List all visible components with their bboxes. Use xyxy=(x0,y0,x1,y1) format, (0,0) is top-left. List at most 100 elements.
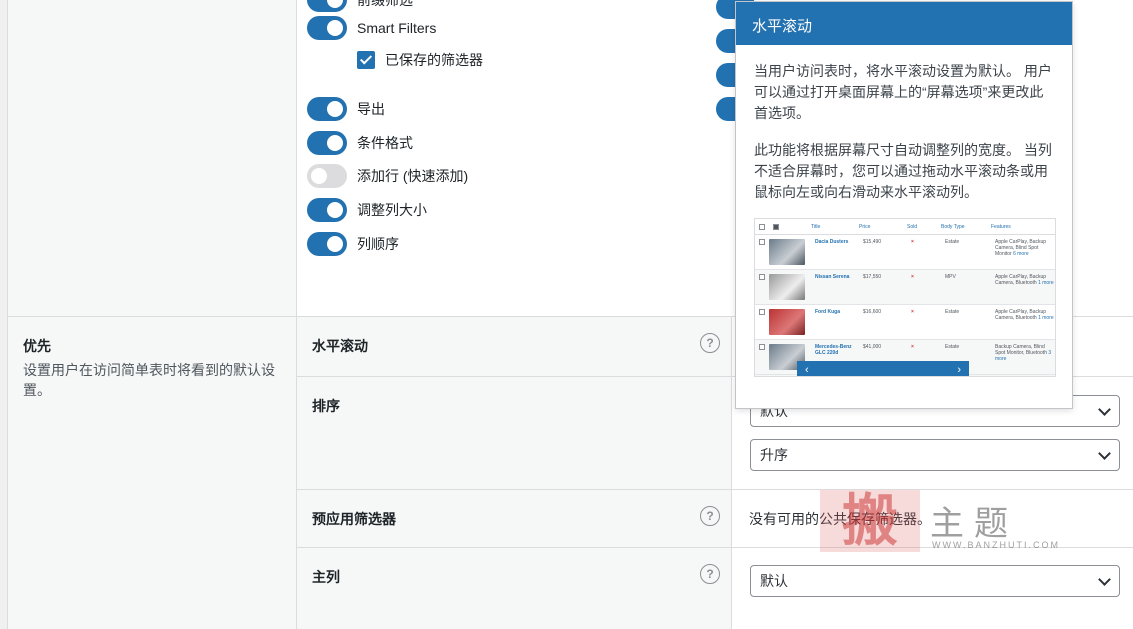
preview-body: Estate xyxy=(945,344,960,350)
preview-title: Nissan Serena xyxy=(815,274,850,280)
more-link: 6 more xyxy=(1013,251,1029,257)
label-column xyxy=(297,548,732,629)
export-toggle[interactable] xyxy=(307,97,347,121)
preview-header-cell: Sold xyxy=(907,223,918,230)
preview-checkbox xyxy=(759,223,765,230)
preview-checkbox xyxy=(759,239,765,245)
chevron-down-icon xyxy=(1098,447,1111,460)
preview-body: MPV xyxy=(945,274,956,280)
watermark-url: WWW.BANZHUTI.COM xyxy=(932,540,1060,550)
preview-image: Title Price Sold Body Type Features Daci… xyxy=(754,218,1056,377)
column-order-toggle[interactable] xyxy=(307,232,347,256)
toggle-label: 前缀筛选 xyxy=(357,0,413,8)
more-link: 1 more xyxy=(1038,280,1054,286)
chevron-left-icon: ‹ xyxy=(805,363,809,376)
preview-row: Nissan Serena $17,550 × MPV Apple CarPla… xyxy=(755,270,1055,305)
toggle-label: Smart Filters xyxy=(357,20,437,36)
preview-table-header: Title Price Sold Body Type Features xyxy=(755,219,1055,235)
preview-body: Estate xyxy=(945,239,960,245)
toggle-row-quick-add[interactable]: 添加行 (快速添加) xyxy=(307,162,468,190)
select-value: 升序 xyxy=(760,447,788,463)
preview-price: $17,550 xyxy=(863,274,882,280)
row-primary-column: 主列 ? 默认 xyxy=(297,548,1133,629)
preview-image-icon xyxy=(773,223,779,230)
preview-price: $15,490 xyxy=(863,239,882,245)
primary-column-select[interactable]: 默认 xyxy=(750,565,1120,597)
help-icon[interactable]: ? xyxy=(700,506,720,526)
preview-features: Apple CarPlay, Backup Camera, Blind Spot… xyxy=(995,239,1055,257)
conditional-format-toggle[interactable] xyxy=(307,131,347,155)
preview-price: $16,600 xyxy=(863,309,882,315)
primary-column-label: 主列 xyxy=(312,569,340,585)
toggle-row-export[interactable]: 导出 xyxy=(307,95,385,123)
checkbox-label: 已保存的筛选器 xyxy=(385,52,483,68)
watermark: 搬 主题 WWW.BANZHUTI.COM xyxy=(820,490,1058,556)
toggle-row-column-order[interactable]: 列顺序 xyxy=(307,230,399,258)
preview-sold: × xyxy=(911,239,914,245)
preview-rows: Dacia Dusters $15,490 × Estate Apple Car… xyxy=(755,235,1055,375)
label-column xyxy=(297,377,732,489)
resize-columns-toggle[interactable] xyxy=(307,198,347,222)
toggle-row-smart-filters[interactable]: Smart Filters xyxy=(307,14,436,42)
preview-sold: × xyxy=(911,274,914,280)
preview-header-cell: Body Type xyxy=(941,223,965,230)
help-popover: 水平滚动 当用户访问表时，将水平滚动设置为默认。 用户可以通过打开桌面屏幕上的“… xyxy=(735,1,1073,409)
more-link: 1 more xyxy=(1038,315,1054,321)
preview-features: Apple CarPlay, Backup Camera, Bluetooth … xyxy=(995,274,1055,286)
toggle-row-conditional-format[interactable]: 条件格式 xyxy=(307,129,413,157)
toggle-label: 导出 xyxy=(357,101,385,117)
sort-order-select[interactable]: 升序 xyxy=(750,439,1120,471)
help-icon[interactable]: ? xyxy=(700,333,720,353)
preview-checkbox xyxy=(759,344,765,350)
preview-title: Ford Kuga xyxy=(815,309,840,315)
preview-row: Ford Kuga $16,600 × Estate Apple CarPlay… xyxy=(755,305,1055,340)
toggle-label: 条件格式 xyxy=(357,135,413,151)
features-text: Backup Camera, Blind Spot Monitor, Bluet… xyxy=(995,344,1047,356)
preview-sold: × xyxy=(911,344,914,350)
watermark-text: 主题 xyxy=(930,504,1018,544)
preview-features: Backup Camera, Blind Spot Monitor, Bluet… xyxy=(995,344,1055,362)
sorting-label: 排序 xyxy=(312,398,340,414)
section-title: 优先 xyxy=(23,338,51,354)
preview-features: Apple CarPlay, Backup Camera, Bluetooth … xyxy=(995,309,1055,321)
features-left-column xyxy=(8,0,297,316)
preview-checkbox xyxy=(759,274,765,280)
car-thumbnail xyxy=(769,239,805,265)
help-icon[interactable]: ? xyxy=(700,564,720,584)
toggle-label: 列顺序 xyxy=(357,236,399,252)
preview-checkbox xyxy=(759,309,765,315)
preview-price: $41,000 xyxy=(863,344,882,350)
watermark-stamp: 搬 xyxy=(820,490,920,552)
section-description: 设置用户在访问简单表时将看到的默认设置。 xyxy=(23,362,275,398)
preview-row: Dacia Dusters $15,490 × Estate Apple Car… xyxy=(755,235,1055,270)
prefix-filter-toggle[interactable] xyxy=(307,0,347,12)
preview-header-cell: Price xyxy=(859,223,871,230)
chevron-down-icon xyxy=(1098,403,1111,416)
preview-sold: × xyxy=(911,309,914,315)
car-thumbnail xyxy=(769,309,805,335)
preview-body: Estate xyxy=(945,309,960,315)
quick-add-toggle[interactable] xyxy=(307,164,347,188)
preview-title: Mercedes-Benz GLC 220d xyxy=(815,344,852,356)
prefilter-label: 预应用筛选器 xyxy=(312,511,396,527)
toggle-row-resize-columns[interactable]: 调整列大小 xyxy=(307,196,427,224)
saved-filters-checkbox[interactable] xyxy=(357,51,375,69)
toggle-label: 调整列大小 xyxy=(357,202,427,218)
popover-paragraph-1: 当用户访问表时，将水平滚动设置为默认。 用户可以通过打开桌面屏幕上的“屏幕选项”… xyxy=(754,63,1052,121)
popover-paragraph-2: 此功能将根据屏幕尺寸自动调整列的宽度。 当列不适合屏幕时，您可以通过拖动水平滚动… xyxy=(754,142,1052,200)
preview-scrollbar: ‹ › xyxy=(797,361,969,376)
preview-header-cell: Features xyxy=(991,223,1011,230)
saved-filters-checkbox-row[interactable]: 已保存的筛选器 xyxy=(357,50,483,70)
select-value: 默认 xyxy=(760,573,788,589)
toggle-row-prefix-filter[interactable]: 前缀筛选 xyxy=(307,0,413,14)
popover-body: 当用户访问表时，将水平滚动设置为默认。 用户可以通过打开桌面屏幕上的“屏幕选项”… xyxy=(736,45,1072,203)
preview-header-cell: Title xyxy=(811,223,821,230)
chevron-right-icon: › xyxy=(957,363,961,376)
car-thumbnail xyxy=(769,274,805,300)
smart-filters-toggle[interactable] xyxy=(307,16,347,40)
preview-title: Dacia Dusters xyxy=(815,239,849,245)
chevron-down-icon xyxy=(1098,573,1111,586)
preferences-left-column: 优先 设置用户在访问简单表时将看到的默认设置。 xyxy=(8,317,297,629)
toggle-label: 添加行 (快速添加) xyxy=(357,168,469,184)
horizontal-scroll-label: 水平滚动 xyxy=(312,338,368,354)
